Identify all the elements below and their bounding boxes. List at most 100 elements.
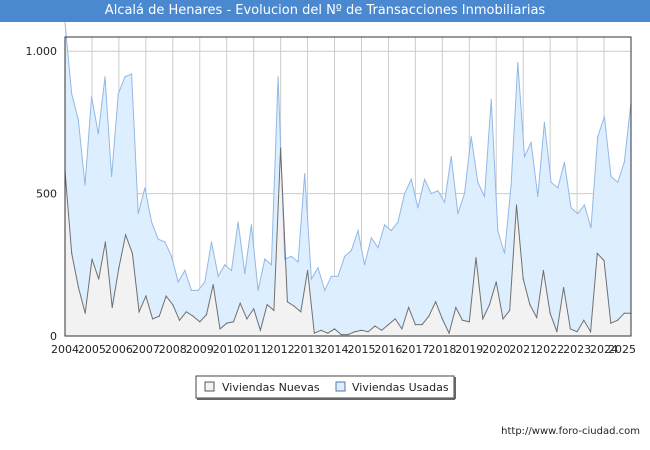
data-point-usadas [457, 213, 459, 215]
data-point-nuevas [320, 329, 322, 331]
data-point-usadas [590, 227, 592, 229]
data-point-usadas [603, 116, 606, 118]
data-point-nuevas [401, 328, 403, 330]
x-tick-label: 2021 [509, 343, 537, 356]
data-point-nuevas [623, 312, 625, 314]
data-point-usadas [364, 264, 366, 266]
data-point-nuevas [71, 252, 73, 254]
data-point-nuevas [461, 319, 464, 321]
data-point-nuevas [360, 329, 363, 331]
data-point-usadas [510, 184, 512, 186]
data-point-nuevas [583, 319, 585, 321]
data-point-nuevas [394, 318, 396, 320]
data-point-usadas [437, 190, 439, 192]
data-point-nuevas [293, 305, 295, 307]
data-point-nuevas [468, 321, 470, 323]
data-point-nuevas [131, 252, 133, 254]
data-point-nuevas [253, 308, 255, 310]
data-point-usadas [137, 213, 139, 215]
chart: 05001.000 200420052006200720082009201020… [26, 22, 636, 400]
x-tick-label: 2009 [186, 343, 214, 356]
data-point-usadas [117, 93, 119, 95]
data-point-nuevas [327, 332, 329, 334]
data-point-usadas [523, 156, 526, 158]
data-point-usadas [550, 181, 552, 183]
data-point-usadas [404, 193, 406, 195]
data-point-nuevas [266, 304, 268, 306]
data-point-usadas [597, 136, 599, 138]
x-tick-label: 2007 [132, 343, 160, 356]
data-point-nuevas [239, 302, 241, 304]
data-point-usadas [317, 267, 319, 269]
data-point-usadas [310, 278, 312, 280]
data-point-usadas [210, 241, 213, 243]
data-point-nuevas [488, 304, 491, 306]
data-point-usadas [384, 224, 386, 226]
data-point-nuevas [232, 321, 235, 323]
data-point-usadas [250, 224, 252, 226]
source-credit: http://www.foro-ciudad.com [501, 426, 640, 437]
data-point-usadas [357, 230, 359, 232]
data-point-nuevas [502, 318, 504, 320]
data-point-nuevas [111, 306, 113, 309]
data-point-nuevas [165, 295, 167, 297]
data-point-usadas [477, 181, 479, 183]
legend-label-nuevas: Viviendas Nuevas [222, 381, 320, 394]
data-point-nuevas [98, 278, 100, 280]
data-point-usadas [151, 221, 153, 223]
data-point-usadas [111, 175, 113, 178]
data-point-nuevas [145, 295, 147, 297]
data-point-usadas [530, 141, 532, 143]
data-point-usadas [224, 264, 226, 266]
data-point-usadas [104, 76, 106, 78]
x-tick-label: 2015 [347, 343, 375, 356]
data-point-usadas [164, 241, 166, 243]
data-point-nuevas [354, 331, 356, 333]
data-point-usadas [390, 230, 392, 232]
y-tick-label: 500 [36, 188, 57, 201]
legend-swatch-usadas [335, 381, 346, 392]
data-point-usadas [410, 178, 412, 180]
data-point-usadas [517, 62, 519, 64]
data-point-usadas [277, 76, 279, 78]
data-point-nuevas [212, 284, 214, 286]
data-point-usadas [71, 93, 73, 95]
data-point-usadas [217, 275, 219, 277]
legend: Viviendas Nuevas Viviendas Usadas [195, 375, 456, 400]
data-point-nuevas [414, 324, 416, 326]
x-tick-label: 2025 [608, 343, 636, 356]
data-point-usadas [424, 178, 426, 180]
data-point-usadas [350, 250, 352, 252]
data-point-nuevas [226, 322, 228, 324]
data-point-usadas [430, 193, 432, 195]
data-point-nuevas [569, 328, 572, 330]
data-point-nuevas [138, 311, 140, 313]
data-point-nuevas [125, 234, 127, 236]
data-point-usadas [370, 237, 372, 239]
data-point-nuevas [192, 315, 194, 317]
data-point-usadas [377, 247, 379, 249]
data-point-nuevas [199, 321, 201, 323]
data-point-nuevas [84, 312, 86, 314]
data-point-nuevas [515, 204, 518, 206]
data-point-usadas [304, 173, 306, 175]
data-point-nuevas [576, 331, 578, 333]
data-point-nuevas [219, 328, 221, 330]
data-point-nuevas [172, 304, 174, 306]
data-point-nuevas [536, 316, 538, 319]
data-point-usadas [257, 289, 259, 291]
x-tick-label: 2008 [159, 343, 187, 356]
data-point-usadas [177, 281, 179, 283]
data-point-nuevas [482, 318, 484, 320]
data-point-nuevas [77, 287, 80, 289]
data-point-nuevas [246, 318, 248, 320]
data-point-usadas [97, 133, 99, 135]
x-tick-label: 2010 [213, 343, 241, 356]
data-point-nuevas [448, 332, 450, 334]
data-point-usadas [344, 255, 346, 257]
data-point-nuevas [529, 304, 531, 306]
data-point-nuevas [563, 287, 565, 289]
data-point-usadas [463, 193, 466, 195]
data-point-nuevas [273, 309, 275, 311]
data-point-nuevas [603, 259, 605, 262]
